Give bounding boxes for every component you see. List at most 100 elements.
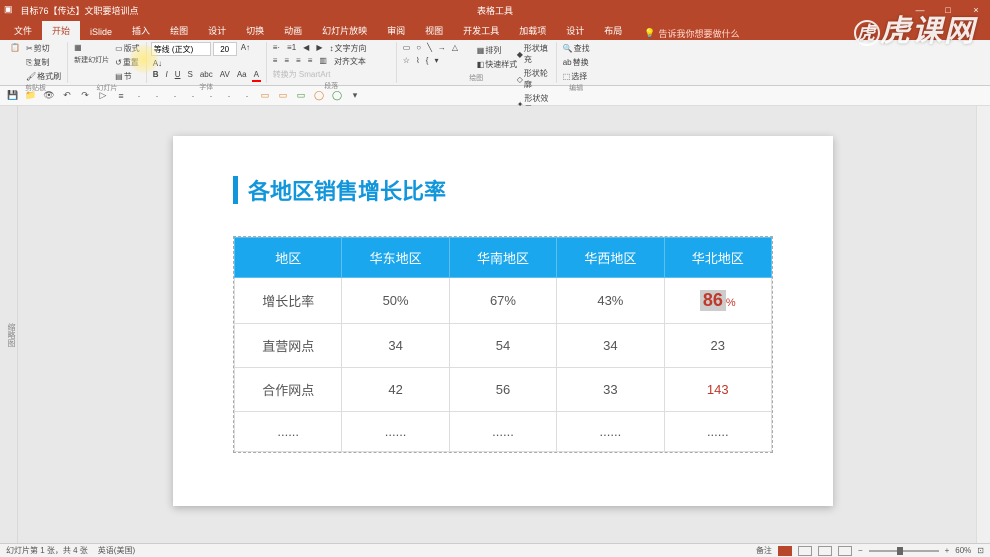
table-cell[interactable]: 86% (664, 278, 771, 324)
arrange-button[interactable]: ▦ 排列 (475, 44, 520, 57)
fit-button[interactable]: ⊡ (977, 546, 984, 555)
underline-button[interactable]: U (173, 69, 183, 80)
shape-circle-icon[interactable]: ○ (414, 42, 423, 53)
shape-brace-icon[interactable]: { (424, 55, 431, 66)
font-size-input[interactable] (213, 42, 237, 56)
justify-button[interactable]: ≡ (306, 55, 315, 66)
table-cell[interactable]: 34 (557, 324, 664, 368)
zoom-slider[interactable] (869, 550, 939, 552)
strike-button[interactable]: S (185, 69, 194, 80)
tab-file[interactable]: 文件 (4, 21, 42, 40)
zoom-out-button[interactable]: − (858, 546, 863, 555)
table-cell[interactable]: 23 (664, 324, 771, 368)
smartart-button[interactable]: 转换为 SmartArt (271, 68, 333, 81)
vertical-scrollbar[interactable] (976, 106, 990, 543)
shadow-button[interactable]: abc (198, 69, 215, 80)
shape-star-icon[interactable]: ☆ (401, 55, 412, 66)
thumbnail-rail[interactable]: 缩略图 (0, 106, 18, 543)
tab-draw[interactable]: 绘图 (160, 21, 198, 40)
tab-review[interactable]: 审阅 (377, 21, 415, 40)
layout-button[interactable]: ▭ 版式 (113, 42, 142, 55)
table-cell[interactable]: 42 (342, 368, 449, 412)
quick-style-button[interactable]: ◧ 快速样式 (475, 58, 520, 71)
shrink-font-button[interactable]: A↓ (151, 58, 164, 69)
section-button[interactable]: ▤ 节 (113, 70, 142, 83)
table-cell[interactable]: 43% (557, 278, 664, 324)
reading-view-button[interactable] (818, 546, 832, 556)
font-color-button[interactable]: A (252, 69, 261, 82)
tab-table-design[interactable]: 设计 (556, 21, 594, 40)
table-cell[interactable]: 50% (342, 278, 449, 324)
sorter-view-button[interactable] (798, 546, 812, 556)
format-painter-button[interactable]: 🖌 格式刷 (24, 70, 63, 83)
shape-curve-icon[interactable]: ⌇ (414, 55, 422, 66)
table-cell[interactable]: 143 (664, 368, 771, 412)
font-name-select[interactable] (151, 42, 211, 56)
numbering-button[interactable]: ≡1 (285, 42, 298, 53)
table-cell[interactable]: 54 (449, 324, 556, 368)
indent-inc-button[interactable]: ▶ (314, 42, 324, 53)
case-button[interactable]: Aa (235, 69, 249, 80)
indent-dec-button[interactable]: ◀ (301, 42, 311, 53)
shape-arrow-icon[interactable]: → (436, 42, 448, 53)
align-left-button[interactable]: ≡ (271, 55, 280, 66)
shape-rect-icon[interactable]: ▭ (401, 42, 413, 53)
align-center-button[interactable]: ≡ (282, 55, 291, 66)
tab-addin[interactable]: 加载项 (509, 21, 556, 40)
grow-font-button[interactable]: A↑ (239, 42, 252, 53)
tab-islide[interactable]: iSlide (80, 24, 122, 40)
table-cell[interactable]: 67% (449, 278, 556, 324)
table-cell[interactable]: ...... (557, 412, 664, 452)
align-text-button[interactable]: 对齐文本 (332, 55, 368, 68)
tab-developer[interactable]: 开发工具 (453, 21, 509, 40)
find-button[interactable]: 🔍 查找 (561, 42, 592, 55)
shape-line-icon[interactable]: ╲ (425, 42, 434, 53)
table-cell[interactable]: 34 (342, 324, 449, 368)
cut-button[interactable]: ✂ 剪切 (24, 42, 63, 55)
slideshow-view-button[interactable] (838, 546, 852, 556)
tab-view[interactable]: 视图 (415, 21, 453, 40)
tab-transitions[interactable]: 切换 (236, 21, 274, 40)
new-slide-button[interactable]: ▦ (72, 42, 111, 53)
zoom-in-button[interactable]: + (945, 546, 950, 555)
language-indicator[interactable]: 英语(美国) (98, 545, 135, 556)
notes-button[interactable]: 备注 (756, 545, 772, 556)
tab-home[interactable]: 开始 (42, 21, 80, 40)
table-cell[interactable]: 56 (449, 368, 556, 412)
table-cell[interactable]: ...... (449, 412, 556, 452)
bullets-button[interactable]: ≡· (271, 42, 282, 53)
bold-button[interactable]: B (151, 69, 161, 80)
shape-triangle-icon[interactable]: △ (450, 42, 460, 53)
table-cell[interactable]: ...... (342, 412, 449, 452)
reset-button[interactable]: ↺ 重置 (113, 56, 142, 69)
zoom-level[interactable]: 60% (955, 546, 971, 555)
tell-me-search[interactable]: 💡 告诉我你想要做什么 (644, 27, 739, 40)
maximize-button[interactable]: □ (938, 5, 958, 15)
data-table[interactable]: 地区华东地区华南地区华西地区华北地区 增长比率50%67%43%86%直营网点3… (233, 236, 773, 453)
tab-design[interactable]: 设计 (198, 21, 236, 40)
spacing-button[interactable]: AV (218, 69, 232, 80)
shape-fill-button[interactable]: ◆ 形状填充 (515, 42, 556, 66)
table-cell[interactable]: ...... (664, 412, 771, 452)
tab-animations[interactable]: 动画 (274, 21, 312, 40)
tab-insert[interactable]: 插入 (122, 21, 160, 40)
shape-more-icon[interactable]: ▾ (432, 55, 440, 66)
close-button[interactable]: × (966, 5, 986, 15)
copy-button[interactable]: ⎘ 复制 (24, 56, 63, 69)
italic-button[interactable]: I (163, 69, 169, 80)
text-direction-button[interactable]: ↕ 文字方向 (327, 42, 368, 55)
table-cell[interactable]: 33 (557, 368, 664, 412)
normal-view-button[interactable] (778, 546, 792, 556)
columns-button[interactable]: ▥ (317, 55, 329, 66)
tab-table-layout[interactable]: 布局 (594, 21, 632, 40)
select-button[interactable]: ⬚ 选择 (561, 70, 592, 83)
align-right-button[interactable]: ≡ (294, 55, 303, 66)
paste-button[interactable]: 📋 (8, 42, 22, 53)
tab-slideshow[interactable]: 幻灯片放映 (312, 21, 377, 40)
minimize-button[interactable]: — (910, 5, 930, 15)
shape-outline-button[interactable]: ◇ 形状轮廓 (515, 67, 556, 91)
quick-access-toolbar: 💾 📁 👁 ↶ ↷ ▷ ≡ · · · · · · · ▭ ▭ ▭ ◯ ◯ ▾ (0, 86, 990, 106)
clipboard-group: 📋 ✂ 剪切 ⎘ 复制 🖌 格式刷 剪贴板 (4, 42, 68, 83)
replace-button[interactable]: ab 替换 (561, 56, 592, 69)
slide-canvas[interactable]: 各地区销售增长比率 地区华东地区华南地区华西地区华北地区 增长比率50%67%4… (18, 106, 976, 543)
